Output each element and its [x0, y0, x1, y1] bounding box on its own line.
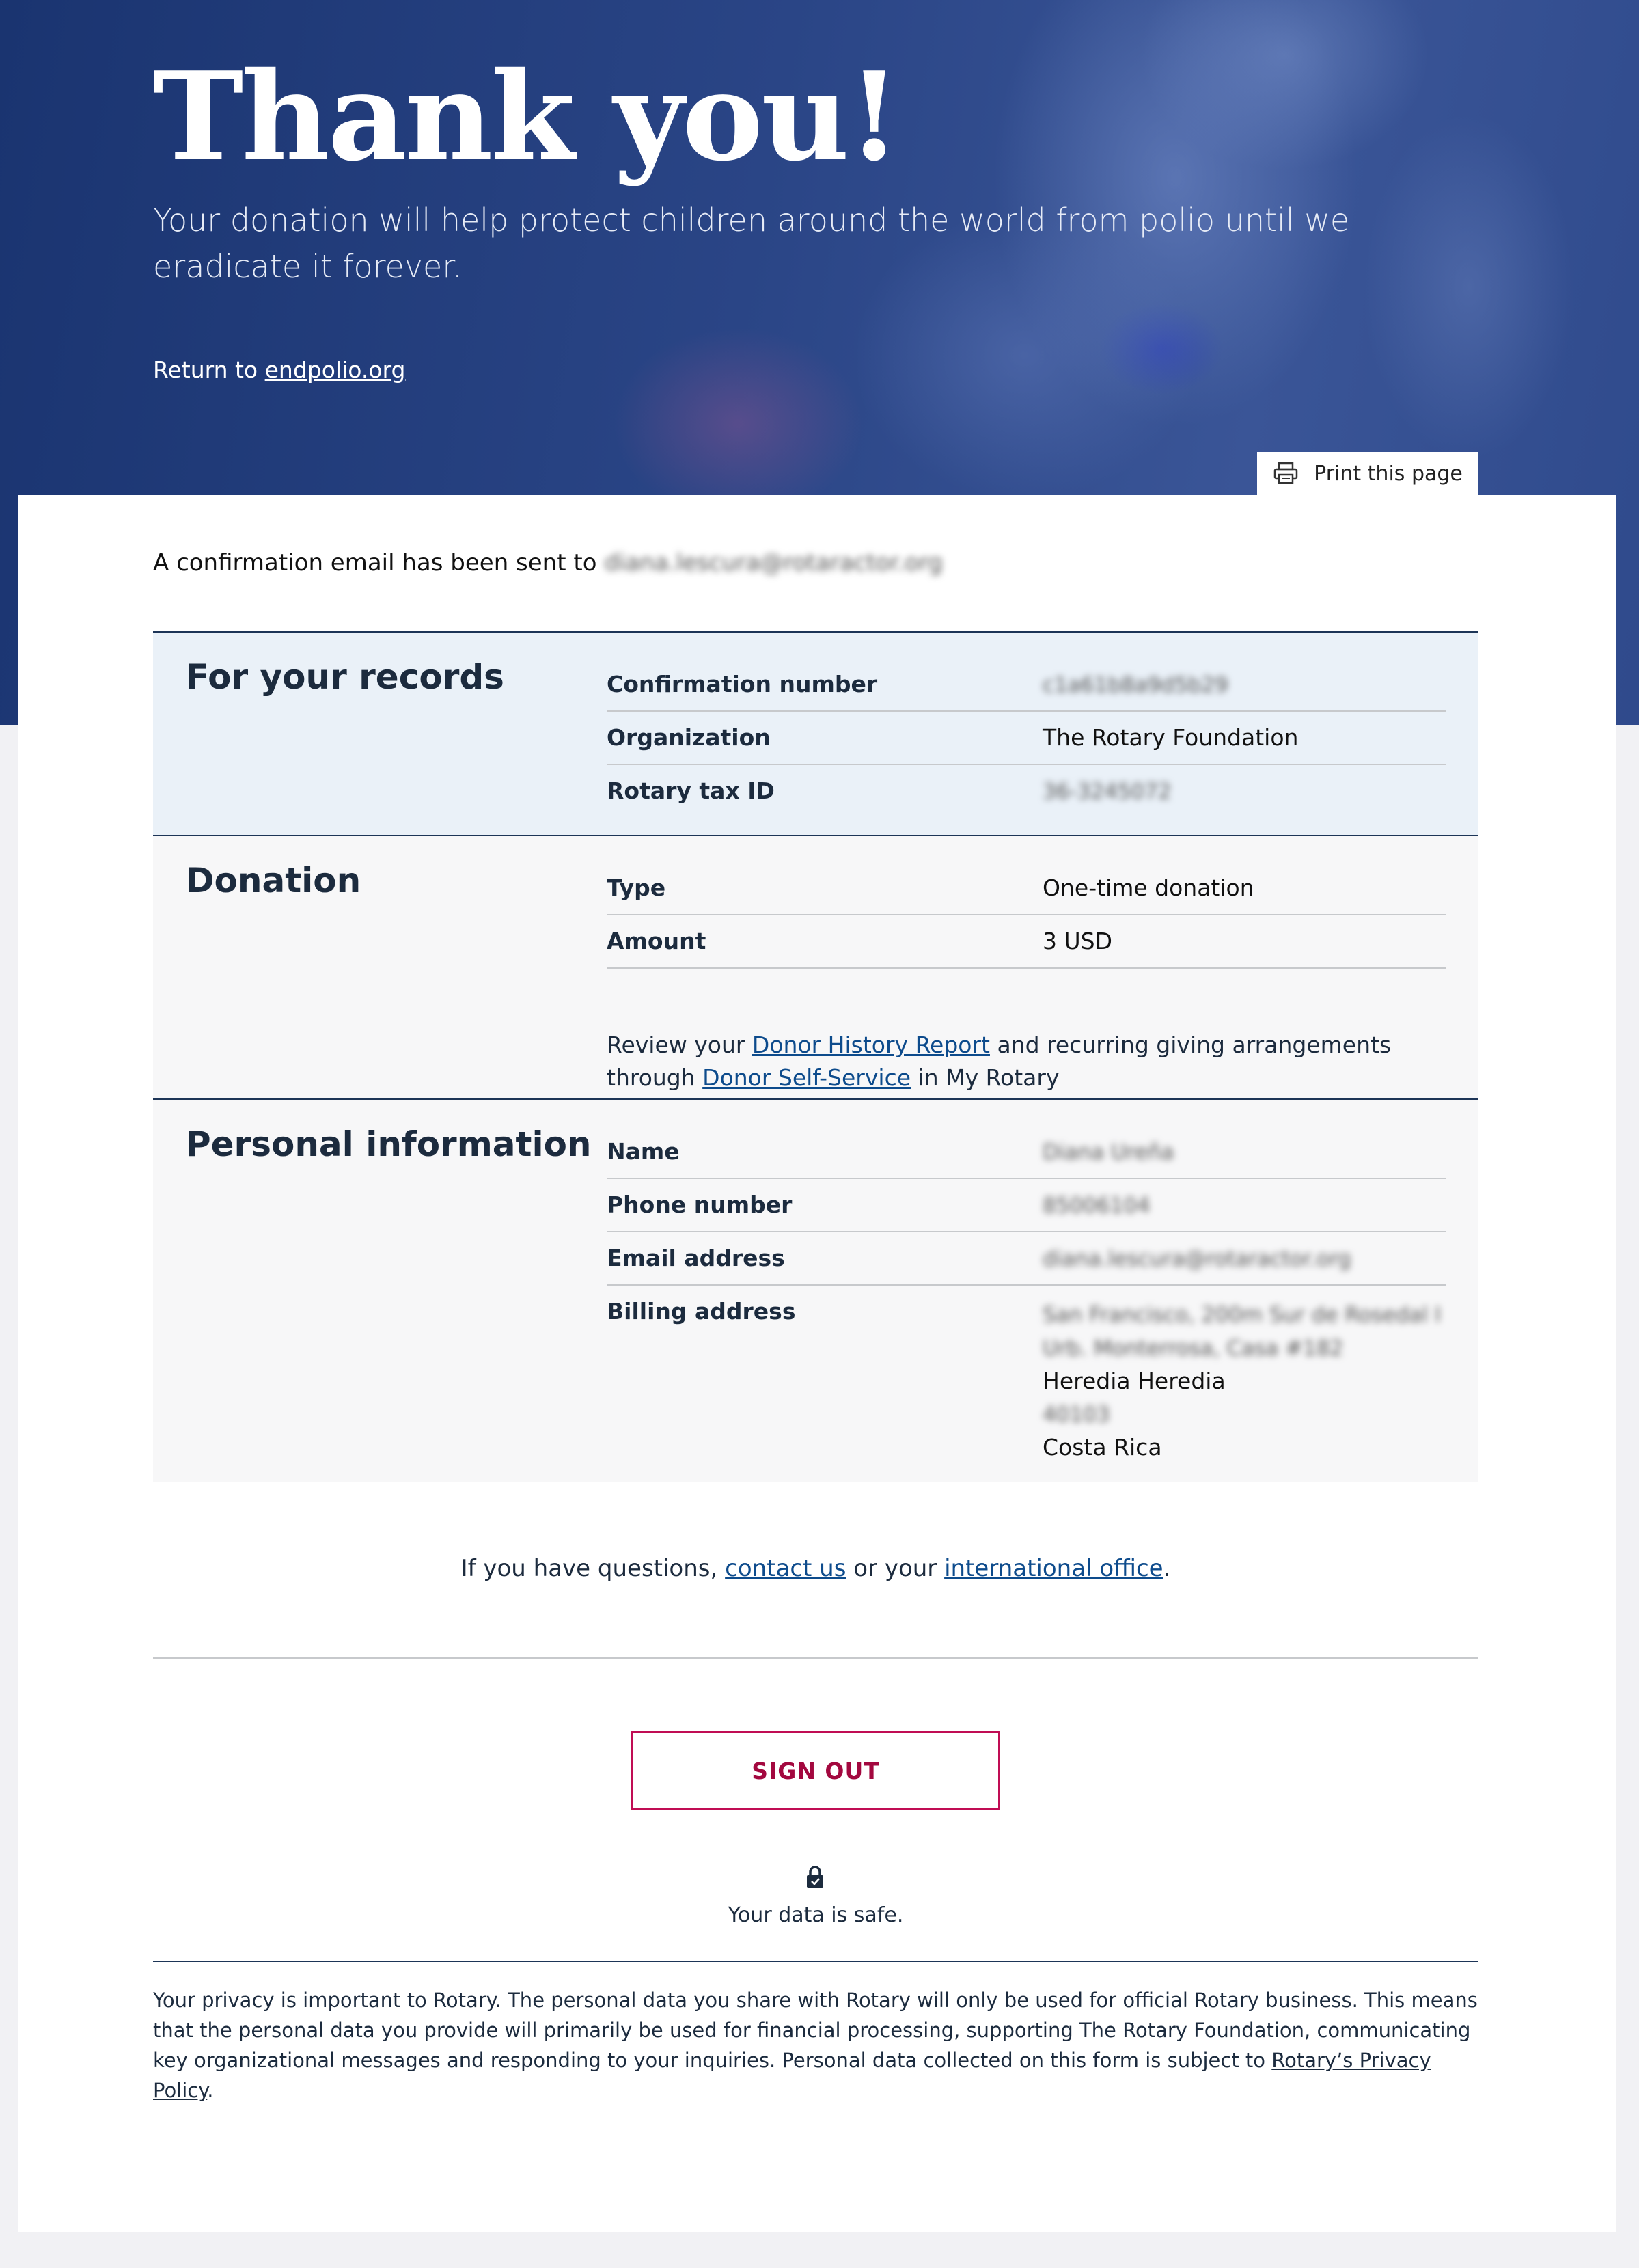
endpolio-link[interactable]: endpolio.org: [265, 357, 406, 383]
confirmation-email-text: A confirmation email has been sent to: [153, 549, 605, 577]
row-label: Email address: [607, 1245, 785, 1271]
address-line-4: 40103: [1043, 1402, 1110, 1427]
privacy-divider: [153, 1961, 1478, 1962]
row-label: Name: [607, 1138, 680, 1165]
row-phone: Phone number 85006104: [607, 1179, 1446, 1232]
questions-mid: or your: [846, 1555, 945, 1582]
row-organization: Organization The Rotary Foundation: [607, 712, 1446, 765]
email-value: diana.lescura@rotaractor.org: [1043, 1247, 1351, 1271]
address-line-3: Heredia Heredia: [1043, 1368, 1226, 1394]
divider: [153, 1657, 1478, 1659]
row-name: Name Diana Ureña: [607, 1126, 1446, 1179]
return-prefix: Return to: [153, 357, 265, 383]
confirmation-email-line: A confirmation email has been sent to di…: [153, 549, 1478, 577]
data-safe-text: Your data is safe.: [728, 1903, 904, 1927]
phone-value: 85006104: [1043, 1193, 1151, 1218]
personal-rows: Name Diana Ureña Phone number 85006104 E…: [607, 1126, 1446, 1464]
address-line-5: Costa Rica: [1043, 1434, 1162, 1461]
confirmation-number-value: c1a61b8a9d5b29: [1043, 673, 1228, 697]
row-label: Rotary tax ID: [607, 777, 775, 804]
row-confirmation-number: Confirmation number c1a61b8a9d5b29: [607, 659, 1446, 712]
lock-icon: [807, 1866, 823, 1888]
questions-prefix: If you have questions,: [460, 1555, 726, 1582]
confirmation-card: A confirmation email has been sent to di…: [18, 495, 1616, 2232]
personal-section: Personal information Name Diana Ureña Ph…: [153, 1098, 1478, 1482]
row-label: Type: [607, 874, 666, 901]
row-label: Phone number: [607, 1191, 793, 1218]
address-line-2: Urb. Monterrosa, Casa #182: [1043, 1336, 1344, 1361]
row-label: Billing address: [607, 1298, 796, 1325]
contact-us-link[interactable]: contact us: [725, 1555, 846, 1582]
row-type: Type One-time donation: [607, 862, 1446, 915]
records-rows: Confirmation number c1a61b8a9d5b29 Organ…: [607, 659, 1446, 818]
review-prefix: Review your: [607, 1032, 752, 1058]
donation-title: Donation: [186, 861, 361, 900]
organization-value: The Rotary Foundation: [1043, 724, 1299, 751]
donor-history-link[interactable]: Donor History Report: [752, 1032, 990, 1058]
row-label: Confirmation number: [607, 671, 878, 697]
records-title: For your records: [186, 657, 504, 697]
personal-title: Personal information: [186, 1124, 592, 1164]
row-amount: Amount 3 USD: [607, 915, 1446, 969]
row-label: Organization: [607, 724, 771, 751]
donation-rows: Type One-time donation Amount 3 USD: [607, 862, 1446, 969]
billing-address-value: San Francisco, 200m Sur de Rosedal I Urb…: [1043, 1298, 1446, 1464]
review-suffix: in My Rotary: [911, 1064, 1060, 1091]
questions-suffix: .: [1163, 1555, 1171, 1582]
privacy-notice: Your privacy is important to Rotary. The…: [153, 1985, 1478, 2105]
hero-subtitle: Your donation will help protect children…: [153, 202, 1350, 285]
sign-out-button[interactable]: SIGN OUT: [631, 1731, 1000, 1810]
page-title: Thank you!: [153, 45, 901, 188]
address-line-1: San Francisco, 200m Sur de Rosedal I: [1043, 1303, 1442, 1327]
donation-section: Donation Type One-time donation Amount 3…: [153, 835, 1478, 1100]
print-page-label: Print this page: [1314, 461, 1463, 486]
international-office-link[interactable]: international office: [944, 1555, 1163, 1582]
type-value: One-time donation: [1043, 874, 1254, 901]
name-value: Diana Ureña: [1043, 1140, 1174, 1165]
printer-icon: [1273, 462, 1298, 484]
confirmation-email-address: diana.lescura@rotaractor.org: [604, 549, 943, 577]
records-section: For your records Confirmation number c1a…: [153, 631, 1478, 836]
return-line: Return to endpolio.org: [153, 357, 406, 383]
donor-self-service-link[interactable]: Donor Self-Service: [702, 1064, 911, 1091]
row-tax-id: Rotary tax ID 36-3245072: [607, 765, 1446, 818]
tax-id-value: 36-3245072: [1043, 779, 1172, 804]
row-email: Email address diana.lescura@rotaractor.o…: [607, 1232, 1446, 1286]
row-label: Amount: [607, 928, 706, 954]
review-text: Review your Donor History Report and rec…: [607, 1029, 1446, 1094]
row-billing-address: Billing address San Francisco, 200m Sur …: [607, 1286, 1446, 1464]
amount-value: 3 USD: [1043, 928, 1112, 954]
privacy-suffix: .: [207, 2079, 214, 2102]
print-page-button[interactable]: Print this page: [1257, 452, 1478, 495]
questions-line: If you have questions, contact us or you…: [153, 1555, 1478, 1582]
